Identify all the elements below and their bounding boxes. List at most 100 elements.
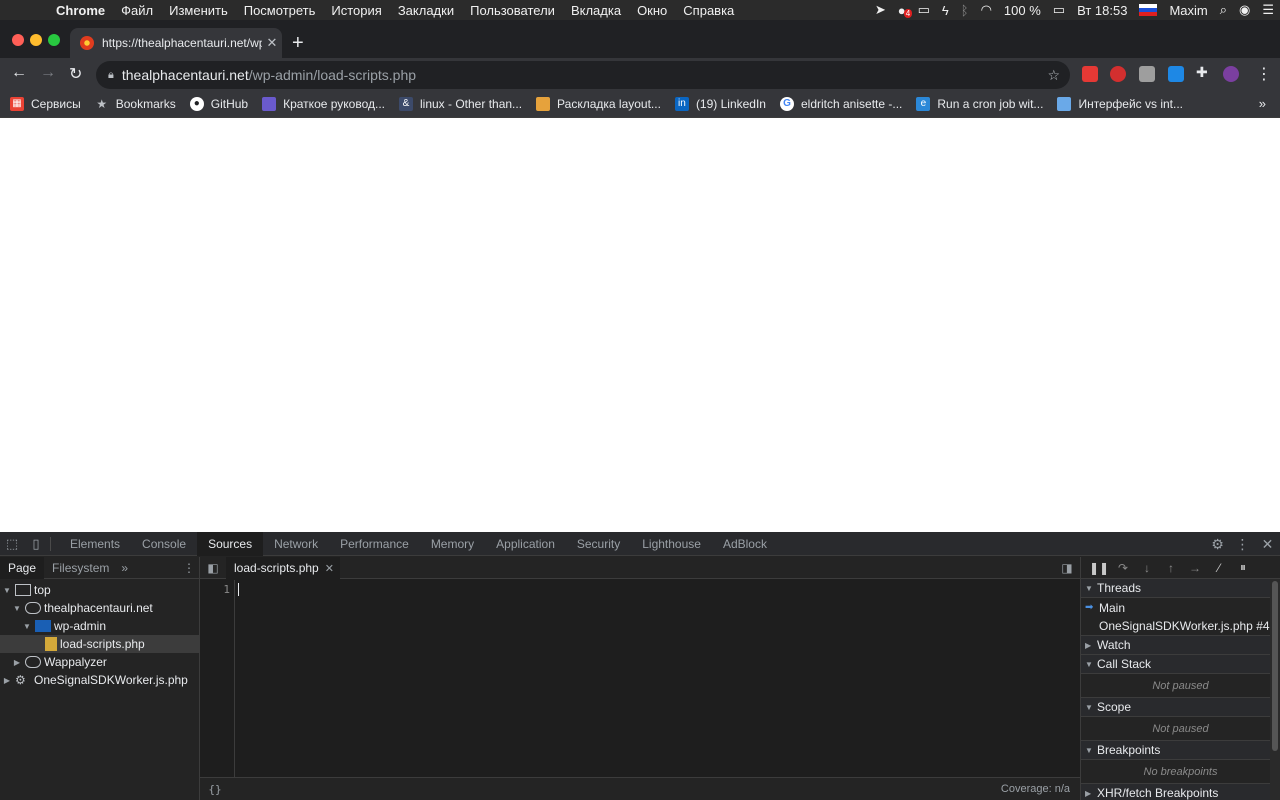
device-toolbar-icon[interactable]: ▯ — [24, 536, 48, 552]
minimize-window-icon[interactable] — [30, 34, 42, 46]
tree-item-file[interactable]: load-scripts.php — [0, 635, 199, 653]
menu-view[interactable]: Посмотреть — [236, 3, 324, 18]
notification-center-icon[interactable]: ☰ — [1256, 2, 1280, 18]
inspect-element-icon[interactable]: ⬚ — [0, 536, 24, 552]
section-xhr-breakpoints[interactable]: ▶ XHR/fetch Breakpoints — [1081, 784, 1280, 800]
step-icon[interactable]: → — [1183, 561, 1207, 575]
tree-item-top[interactable]: ▼ top — [0, 581, 199, 599]
menu-edit[interactable]: Изменить — [161, 3, 236, 18]
step-into-icon[interactable]: ↓ — [1135, 561, 1159, 575]
expand-arrow-icon[interactable]: ▼ — [2, 586, 12, 595]
tab-console[interactable]: Console — [131, 532, 197, 556]
close-tab-icon[interactable]: ✕ — [262, 35, 282, 51]
browser-tab[interactable]: https://thealphacentauri.net/wp- ✕ — [70, 28, 282, 58]
extension-blue-icon[interactable] — [1168, 66, 1184, 82]
bluetooth-icon[interactable]: ᛒ — [955, 3, 975, 18]
section-call-stack[interactable]: ▼ Call Stack — [1081, 655, 1280, 674]
new-tab-button[interactable]: + — [292, 32, 304, 55]
bookmark-item[interactable]: Раскладка layout... — [536, 96, 661, 111]
location-icon[interactable]: ➤ — [869, 2, 892, 18]
tab-filesystem[interactable]: Filesystem — [44, 557, 117, 579]
step-over-icon[interactable]: ↷ — [1111, 561, 1135, 575]
expand-arrow-icon[interactable]: ▼ — [22, 622, 32, 631]
bookmark-item[interactable]: ▦ Сервисы — [10, 96, 81, 111]
tree-item-worker[interactable]: ▶ ⚙ OneSignalSDKWorker.js.php — [0, 671, 199, 689]
bookmark-item[interactable]: Интерфейс vs int... — [1057, 96, 1183, 111]
thread-row[interactable]: OneSignalSDKWorker.js.php #4... — [1081, 617, 1280, 636]
bookmark-item[interactable]: Geldritch anisette -... — [779, 96, 902, 111]
bookmark-item[interactable]: Краткое руковод... — [262, 96, 385, 111]
extension-adblock-icon[interactable] — [1110, 66, 1126, 82]
toggle-navigator-icon[interactable]: ◧ — [200, 561, 226, 575]
bookmark-item[interactable]: ★ Bookmarks — [95, 97, 175, 111]
debugger-scrollbar[interactable] — [1270, 579, 1280, 800]
clock[interactable]: Вт 18:53 — [1071, 3, 1133, 18]
bookmark-item[interactable]: ● GitHub — [189, 96, 248, 111]
pause-icon[interactable]: ❚❚ — [1087, 561, 1111, 575]
back-arrow-icon[interactable]: ← — [11, 64, 27, 82]
tab-page[interactable]: Page — [0, 556, 45, 579]
chrome-menu-icon[interactable]: ⋮ — [1256, 64, 1272, 84]
extension-gray-icon[interactable] — [1139, 66, 1155, 82]
close-devtools-icon[interactable]: ✕ — [1255, 536, 1280, 553]
step-out-icon[interactable]: ↑ — [1159, 561, 1183, 575]
tab-security[interactable]: Security — [566, 532, 631, 556]
close-window-icon[interactable] — [12, 34, 24, 46]
expand-arrow-icon[interactable]: ▼ — [12, 604, 22, 613]
airplay-icon[interactable]: ▭ — [912, 2, 936, 18]
zoom-window-icon[interactable] — [48, 34, 60, 46]
reload-icon[interactable]: ↻ — [69, 64, 82, 84]
page-viewport[interactable] — [0, 119, 1280, 532]
scrollbar-thumb[interactable] — [1272, 581, 1278, 751]
menu-window[interactable]: Окно — [629, 3, 675, 18]
menu-tab[interactable]: Вкладка — [563, 3, 629, 18]
tab-performance[interactable]: Performance — [329, 532, 420, 556]
section-threads[interactable]: ▼ Threads — [1081, 579, 1280, 598]
tab-adblock[interactable]: AdBlock — [712, 532, 778, 556]
tab-lighthouse[interactable]: Lighthouse — [631, 532, 712, 556]
extension-red-play-icon[interactable] — [1082, 66, 1098, 82]
tab-sources[interactable]: Sources — [197, 531, 264, 556]
bookmarks-overflow-button[interactable]: » — [1259, 96, 1266, 111]
tab-network[interactable]: Network — [263, 532, 329, 556]
section-breakpoints[interactable]: ▼ Breakpoints — [1081, 741, 1280, 760]
editor-file-tab[interactable]: load-scripts.php ✕ — [226, 556, 340, 579]
siri-icon[interactable]: ◉ — [1233, 2, 1256, 18]
thread-row[interactable]: ➡ Main — [1081, 598, 1280, 617]
bookmark-item[interactable]: & linux - Other than... — [399, 96, 522, 111]
profile-avatar[interactable] — [1223, 66, 1239, 82]
tree-item-folder[interactable]: ▼ wp-admin — [0, 617, 199, 635]
collapse-arrow-icon[interactable]: ▶ — [12, 658, 22, 667]
section-watch[interactable]: ▶ Watch — [1081, 636, 1280, 655]
notification-badge-icon[interactable]: ● 4 — [892, 3, 913, 18]
pause-on-exceptions-icon[interactable]: ⏸ — [1231, 560, 1255, 575]
menu-file[interactable]: Файл — [113, 3, 161, 18]
battery-icon[interactable]: ▭ — [1047, 2, 1071, 18]
wifi-icon[interactable]: ◠ — [975, 2, 998, 18]
forward-arrow-icon[interactable]: → — [40, 64, 56, 82]
toggle-debugger-icon[interactable]: ◨ — [1054, 561, 1080, 575]
devtools-menu-icon[interactable]: ⋮ — [1230, 536, 1255, 553]
menu-bookmarks[interactable]: Закладки — [390, 3, 462, 18]
spotlight-search-icon[interactable]: ⌕ — [1214, 2, 1233, 18]
deactivate-breakpoints-icon[interactable]: ⁄ — [1207, 561, 1231, 575]
navigator-menu-icon[interactable]: ⋮ — [179, 561, 199, 575]
address-bar[interactable]: 🔒︎ thealphacentauri.net/wp-admin/load-sc… — [96, 61, 1070, 89]
extensions-puzzle-icon[interactable]: ✚ — [1196, 64, 1208, 81]
menu-people[interactable]: Пользователи — [462, 3, 563, 18]
pretty-print-button[interactable]: {} — [200, 783, 230, 796]
tab-memory[interactable]: Memory — [420, 532, 485, 556]
input-source-ru-flag-icon[interactable] — [1139, 4, 1158, 16]
tab-elements[interactable]: Elements — [59, 532, 131, 556]
menu-history[interactable]: История — [323, 3, 389, 18]
settings-gear-icon[interactable]: ⚙ — [1205, 536, 1230, 553]
collapse-arrow-icon[interactable]: ▶ — [2, 676, 12, 685]
menu-help[interactable]: Справка — [675, 3, 742, 18]
lock-icon[interactable]: 🔒︎ — [108, 69, 114, 82]
close-file-tab-icon[interactable]: ✕ — [325, 563, 334, 575]
battery-text[interactable]: 100 % — [998, 3, 1047, 18]
menu-app-name[interactable]: Chrome — [48, 3, 113, 18]
tree-item-domain[interactable]: ▼ thealphacentauri.net — [0, 599, 199, 617]
section-scope[interactable]: ▼ Scope — [1081, 698, 1280, 717]
tab-application[interactable]: Application — [485, 532, 566, 556]
